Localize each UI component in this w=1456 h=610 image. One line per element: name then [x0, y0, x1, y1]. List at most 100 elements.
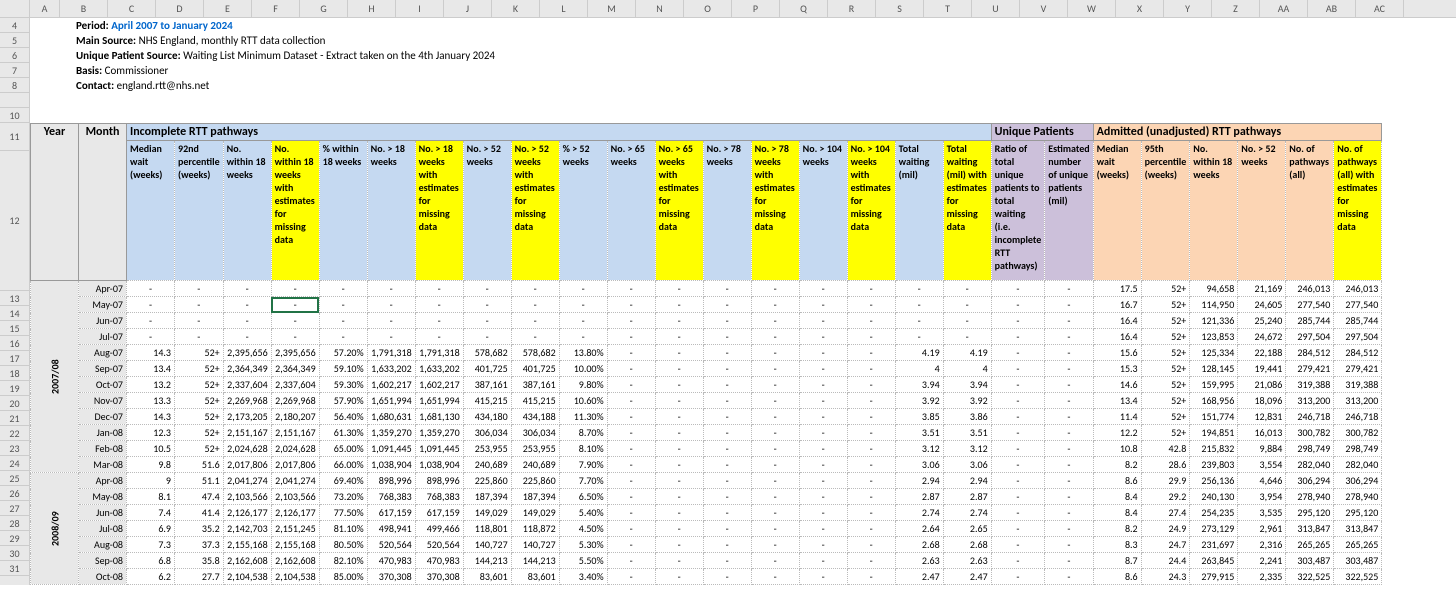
- data-cell[interactable]: 52+: [1141, 281, 1190, 297]
- data-cell[interactable]: -: [991, 377, 1045, 393]
- data-cell[interactable]: -: [655, 473, 703, 489]
- data-cell[interactable]: 297,504: [1334, 329, 1382, 345]
- data-cell[interactable]: 1,038,904: [415, 457, 463, 473]
- data-cell[interactable]: 37.3: [175, 537, 224, 553]
- data-cell[interactable]: -: [751, 489, 799, 505]
- data-cell[interactable]: 118,801: [463, 521, 511, 537]
- data-cell[interactable]: 2,104,538: [223, 569, 271, 585]
- data-cell[interactable]: 123,853: [1190, 329, 1238, 345]
- col-header-I[interactable]: I: [396, 0, 444, 17]
- data-cell[interactable]: -: [847, 377, 895, 393]
- data-cell[interactable]: 80.50%: [319, 537, 367, 553]
- data-cell[interactable]: -: [751, 281, 799, 297]
- data-cell[interactable]: 13.3: [127, 393, 175, 409]
- data-cell[interactable]: 52+: [175, 441, 224, 457]
- data-cell[interactable]: 322,525: [1286, 569, 1334, 585]
- data-cell[interactable]: -: [943, 297, 991, 313]
- sub-header[interactable]: No. > 52 weeks: [463, 141, 511, 281]
- data-cell[interactable]: 2,395,656: [271, 345, 319, 361]
- data-cell[interactable]: -: [1045, 553, 1093, 569]
- data-cell[interactable]: 240,689: [511, 457, 559, 473]
- data-cell[interactable]: -: [703, 377, 751, 393]
- data-cell[interactable]: 282,040: [1286, 457, 1334, 473]
- data-cell[interactable]: -: [799, 281, 847, 297]
- data-cell[interactable]: -: [655, 537, 703, 553]
- row-header-12[interactable]: 12: [0, 151, 29, 291]
- data-cell[interactable]: 52+: [1141, 377, 1190, 393]
- data-cell[interactable]: 278,940: [1334, 489, 1382, 505]
- data-cell[interactable]: 3.12: [943, 441, 991, 457]
- data-cell[interactable]: 187,394: [511, 489, 559, 505]
- data-cell[interactable]: 15.3: [1093, 361, 1141, 377]
- data-cell[interactable]: 298,749: [1334, 441, 1382, 457]
- data-cell[interactable]: -: [799, 441, 847, 457]
- data-cell[interactable]: 13.2: [127, 377, 175, 393]
- data-cell[interactable]: 246,013: [1334, 281, 1382, 297]
- data-cell[interactable]: -: [1045, 569, 1093, 585]
- sub-header[interactable]: No. of pathways (all) with estimates for…: [1334, 141, 1382, 281]
- data-cell[interactable]: -: [703, 329, 751, 345]
- data-cell[interactable]: 470,983: [367, 553, 415, 569]
- data-cell[interactable]: 52+: [1141, 425, 1190, 441]
- col-header-V[interactable]: V: [1020, 0, 1068, 17]
- data-cell[interactable]: 306,294: [1334, 473, 1382, 489]
- data-cell[interactable]: -: [991, 281, 1045, 297]
- data-cell[interactable]: -: [991, 489, 1045, 505]
- data-cell[interactable]: -: [703, 425, 751, 441]
- data-cell[interactable]: 8.70%: [559, 425, 607, 441]
- data-cell[interactable]: 4.19: [943, 345, 991, 361]
- data-cell[interactable]: 52+: [175, 377, 224, 393]
- data-cell[interactable]: -: [559, 281, 607, 297]
- data-cell[interactable]: 225,860: [463, 473, 511, 489]
- month-cell[interactable]: Jan-08: [79, 425, 127, 441]
- data-cell[interactable]: 18,096: [1238, 393, 1286, 409]
- data-cell[interactable]: 300,782: [1286, 425, 1334, 441]
- data-cell[interactable]: -: [607, 521, 655, 537]
- data-cell[interactable]: 319,388: [1286, 377, 1334, 393]
- data-cell[interactable]: -: [319, 313, 367, 329]
- data-cell[interactable]: 1,651,994: [367, 393, 415, 409]
- col-header-E[interactable]: E: [204, 0, 252, 17]
- data-cell[interactable]: 1,633,202: [415, 361, 463, 377]
- data-cell[interactable]: -: [991, 393, 1045, 409]
- data-cell[interactable]: 313,847: [1334, 521, 1382, 537]
- data-cell[interactable]: -: [607, 441, 655, 457]
- data-cell[interactable]: 52+: [1141, 409, 1190, 425]
- row-header-29[interactable]: 29: [0, 531, 29, 546]
- data-cell[interactable]: -: [847, 281, 895, 297]
- data-cell[interactable]: 3.94: [943, 377, 991, 393]
- data-cell[interactable]: -: [655, 361, 703, 377]
- row-header-14[interactable]: 14: [0, 306, 29, 321]
- data-cell[interactable]: 284,512: [1286, 345, 1334, 361]
- data-cell[interactable]: 168,956: [1190, 393, 1238, 409]
- data-cell[interactable]: 2,017,806: [223, 457, 271, 473]
- data-cell[interactable]: 279,421: [1334, 361, 1382, 377]
- data-cell[interactable]: 59.30%: [319, 377, 367, 393]
- data-cell[interactable]: -: [751, 425, 799, 441]
- data-cell[interactable]: 313,847: [1286, 521, 1334, 537]
- data-cell[interactable]: 2,162,608: [271, 553, 319, 569]
- data-cell[interactable]: -: [415, 281, 463, 297]
- data-cell[interactable]: -: [607, 505, 655, 521]
- data-cell[interactable]: -: [511, 297, 559, 313]
- col-header-J[interactable]: J: [444, 0, 492, 17]
- data-cell[interactable]: -: [703, 489, 751, 505]
- data-cell[interactable]: -: [655, 425, 703, 441]
- data-cell[interactable]: 11.4: [1093, 409, 1141, 425]
- data-cell[interactable]: 22,188: [1238, 345, 1286, 361]
- data-cell[interactable]: -: [751, 537, 799, 553]
- data-cell[interactable]: 277,540: [1286, 297, 1334, 313]
- data-cell[interactable]: 52+: [1141, 329, 1190, 345]
- data-cell[interactable]: 5.30%: [559, 537, 607, 553]
- sub-header[interactable]: No. within 18 weeks with estimates for m…: [271, 141, 319, 281]
- data-cell[interactable]: -: [751, 441, 799, 457]
- data-cell[interactable]: -: [799, 569, 847, 585]
- data-cell[interactable]: 7.70%: [559, 473, 607, 489]
- data-cell[interactable]: 6.9: [127, 521, 175, 537]
- data-cell[interactable]: 263,845: [1190, 553, 1238, 569]
- data-cell[interactable]: 73.20%: [319, 489, 367, 505]
- data-cell[interactable]: -: [511, 329, 559, 345]
- data-cell[interactable]: -: [607, 553, 655, 569]
- data-cell[interactable]: 470,983: [415, 553, 463, 569]
- data-cell[interactable]: 295,120: [1286, 505, 1334, 521]
